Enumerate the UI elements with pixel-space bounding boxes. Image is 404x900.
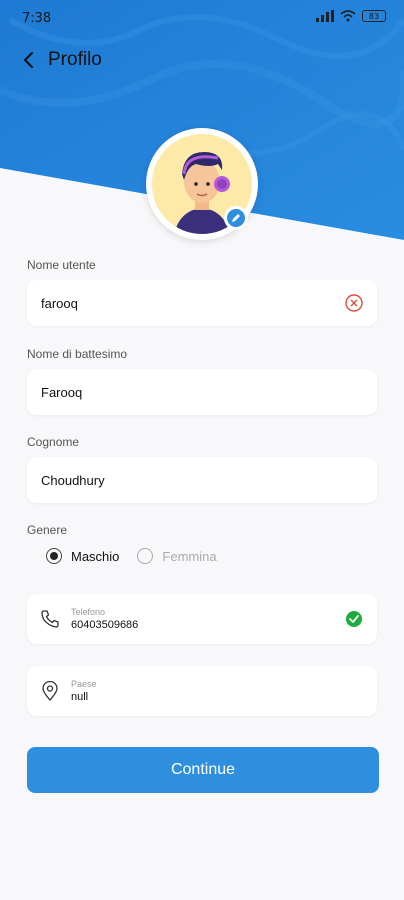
- continue-button[interactable]: Continue: [27, 747, 379, 793]
- wifi-icon: [340, 10, 356, 22]
- avatar-container[interactable]: [146, 128, 258, 240]
- clear-icon[interactable]: [345, 294, 363, 312]
- radio-female[interactable]: [137, 548, 154, 564]
- gender-radio-group: Maschio Femmina: [46, 548, 217, 564]
- country-value: null: [71, 691, 89, 703]
- first-name-field[interactable]: Farooq: [27, 369, 377, 415]
- country-label: Paese: [71, 679, 97, 689]
- location-pin-icon: [39, 680, 61, 702]
- verified-check-icon: [346, 611, 362, 627]
- radio-female-label[interactable]: Femmina: [162, 549, 216, 564]
- status-icons: 83: [316, 10, 386, 22]
- username-label: Nome utente: [27, 258, 96, 272]
- phone-icon: [39, 608, 61, 630]
- edit-avatar-button[interactable]: [224, 206, 248, 230]
- page-title: Profilo: [48, 49, 102, 70]
- last-name-value: Choudhury: [41, 472, 105, 488]
- back-button[interactable]: [18, 50, 38, 70]
- chevron-left-icon: [24, 52, 33, 68]
- last-name-field[interactable]: Choudhury: [27, 457, 377, 503]
- radio-male[interactable]: [46, 548, 62, 564]
- last-name-label: Cognome: [27, 435, 80, 449]
- pencil-icon: [232, 214, 240, 222]
- country-field[interactable]: Paese null: [27, 666, 377, 716]
- status-bar: 7:38 83: [0, 0, 404, 36]
- battery-level: 83: [368, 11, 380, 21]
- first-name-value: Farooq: [41, 384, 83, 400]
- gender-label: Genere: [27, 523, 68, 537]
- phone-value: 60403509686: [71, 619, 139, 631]
- phone-field[interactable]: Telefono 60403509686: [27, 594, 377, 644]
- phone-label: Telefono: [71, 607, 106, 617]
- app-header: Profilo: [18, 42, 102, 78]
- username-value: farooq: [41, 295, 78, 311]
- status-time: 7:38: [22, 11, 52, 26]
- username-field[interactable]: farooq: [27, 280, 377, 326]
- signal-icon: [316, 10, 334, 22]
- battery-icon: 83: [362, 10, 386, 22]
- radio-male-label[interactable]: Maschio: [71, 549, 119, 564]
- first-name-label: Nome di battesimo: [27, 347, 128, 361]
